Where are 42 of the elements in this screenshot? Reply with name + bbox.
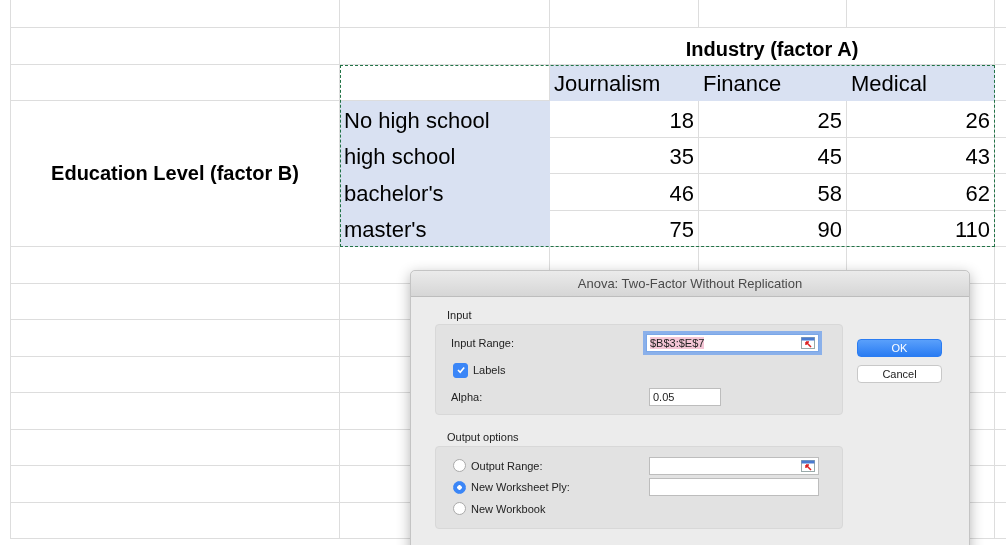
table-cell: Journalism <box>550 64 699 101</box>
table-cell: 18 <box>550 101 699 138</box>
table-cell: 35 <box>550 137 699 174</box>
table-cell: 62 <box>847 174 995 211</box>
radio-label: Output Range: <box>471 459 544 472</box>
table-cell: 58 <box>699 174 847 211</box>
input-field[interactable] <box>649 478 819 497</box>
table-cell: 90 <box>699 210 847 247</box>
table-cell: Medical <box>847 64 995 101</box>
radio-label: New Worksheet Ply: <box>471 481 571 494</box>
radio-button[interactable] <box>453 459 466 473</box>
input-field[interactable] <box>649 456 819 475</box>
cancel-button[interactable]: Cancel <box>857 365 942 383</box>
labels-checkbox[interactable] <box>453 362 468 378</box>
section-title: Output options <box>446 431 520 443</box>
table-cell: Finance <box>699 64 847 101</box>
input-field[interactable]: $B$3:$E$7 <box>646 334 819 352</box>
radio-label: New Workbook <box>471 502 547 515</box>
field-label: Alpha: <box>451 391 484 403</box>
table-cell: No high school <box>340 101 550 138</box>
table-cell: 25 <box>699 101 847 138</box>
check-icon <box>455 365 466 375</box>
checkbox-label: Labels <box>473 364 506 376</box>
range-picker-icon[interactable] <box>801 337 815 349</box>
table-cell: 43 <box>847 137 995 174</box>
table-cell: 45 <box>699 137 847 174</box>
table-cell: 26 <box>847 101 995 138</box>
table-cell: Industry (factor A) <box>550 28 995 65</box>
table-cell: Education Level (factor B) <box>11 101 340 247</box>
table-cell: 110 <box>847 210 995 247</box>
table-cell: high school <box>340 137 550 174</box>
section-title: Input <box>446 309 473 321</box>
radio-button[interactable] <box>453 480 466 494</box>
field-label: Input Range: <box>451 337 515 349</box>
radio-button[interactable] <box>453 502 466 516</box>
table-cell: master's <box>340 210 550 247</box>
table-cell: bachelor's <box>340 174 550 211</box>
table-cell: 46 <box>550 174 699 211</box>
range-picker-icon[interactable] <box>801 459 815 472</box>
input-field[interactable]: 0.05 <box>649 388 721 406</box>
table-cell: 75 <box>550 210 699 247</box>
dialog-title: Anova: Two-Factor Without Replication <box>411 271 969 297</box>
